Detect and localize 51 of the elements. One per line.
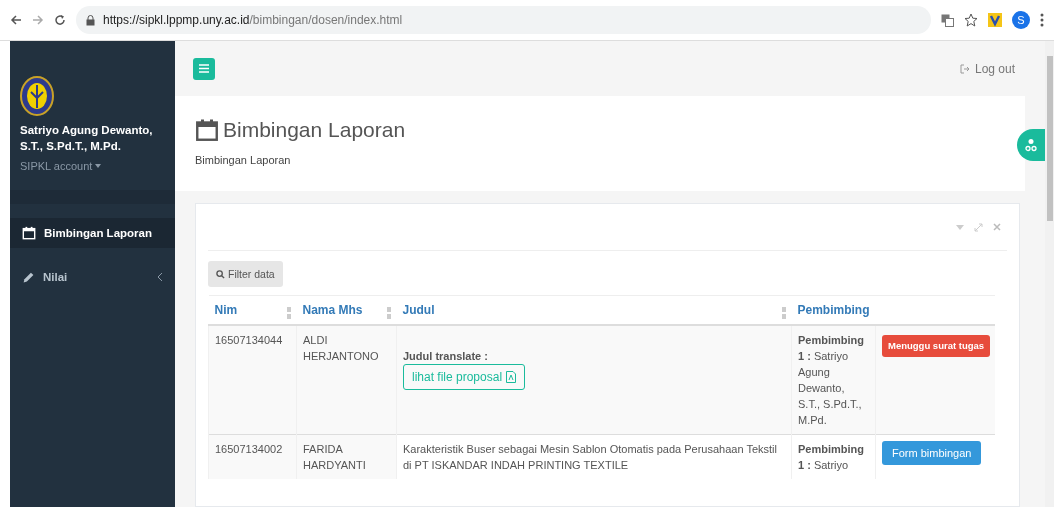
sign-out-icon — [959, 63, 970, 74]
url-text: https://sipkl.lppmp.uny.ac.id/bimbingan/dosen/index.html — [103, 13, 403, 27]
column-header[interactable]: Nama Mhs — [296, 295, 397, 325]
status-badge: Menuggu surat tugas — [882, 335, 991, 357]
reload-icon[interactable] — [54, 14, 66, 26]
calendar-icon — [195, 118, 219, 142]
profile-avatar[interactable]: S — [1012, 11, 1030, 29]
column-header[interactable]: Judul — [396, 295, 792, 325]
forward-icon[interactable] — [32, 14, 44, 26]
breadcrumb: Bimbingan Laporan — [195, 154, 292, 166]
star-icon[interactable] — [964, 13, 978, 27]
table-cell: ALDI HERJANTONO — [296, 325, 397, 435]
pencil-icon — [22, 270, 35, 284]
account-dropdown[interactable]: SIPKL account — [20, 160, 165, 172]
more-icon[interactable] — [1040, 13, 1044, 27]
logout-link[interactable]: Log out — [959, 61, 1015, 76]
lock-icon — [86, 14, 95, 26]
filter-button[interactable]: Filter data — [208, 261, 283, 287]
sidebar-item[interactable]: Bimbingan Laporan — [10, 218, 175, 248]
form-button[interactable]: Form bimbingan — [882, 441, 982, 465]
translate-label: Judul translate : — [403, 349, 489, 364]
user-name: Satriyo Agung Dewanto, S.T., S.Pd.T., M.Pd. — [20, 123, 154, 154]
chevron-icon — [158, 273, 163, 281]
sidebar-item[interactable]: Nilai — [10, 262, 175, 292]
address-bar[interactable]: https://sipkl.lppmp.uny.ac.id/bimbingan/dosen/index.html — [76, 6, 931, 34]
supervisor-cell: Pembimbing 1 : Satriyo Agung Dewanto, S.T., S.Pd.T., M.Pd. — [791, 325, 876, 435]
sidebar-item-label: Bimbingan Laporan — [44, 227, 153, 239]
translate-icon[interactable] — [941, 13, 954, 27]
proposal-link[interactable]: lihat file proposal — [403, 364, 526, 390]
table-cell: FARIDA HARDYANTI — [296, 434, 397, 479]
extension-icon[interactable] — [988, 13, 1002, 27]
calendar-icon — [22, 226, 36, 240]
supervisor-cell: Pembimbing 1 : Satriyo — [791, 434, 876, 479]
table-cell: 16507134044 — [208, 325, 297, 435]
university-logo — [20, 76, 54, 116]
page-title-text: Bimbingan Laporan — [223, 118, 406, 142]
help-button[interactable] — [1017, 129, 1045, 161]
people-icon — [1025, 138, 1037, 152]
thesis-title: Karakteristik Buser sebagai Mesin Sablon Otomatis pada Perusahaan Tekstil di PT ISKANDAR INDAH PRINTING TEXTILE — [403, 442, 778, 473]
back-icon[interactable] — [10, 14, 22, 26]
caret-icon — [95, 164, 102, 168]
sort-icon — [286, 307, 291, 319]
column-header[interactable]: Nim — [208, 295, 297, 325]
table-cell: 16507134002 — [208, 434, 297, 479]
sidebar-item-label: Nilai — [43, 271, 69, 283]
column-header[interactable]: Pembimbing — [791, 295, 876, 325]
sort-icon — [386, 307, 391, 319]
pdf-icon — [506, 371, 517, 383]
search-icon — [216, 269, 225, 279]
menu-icon — [199, 64, 209, 73]
sort-icon — [781, 307, 786, 319]
